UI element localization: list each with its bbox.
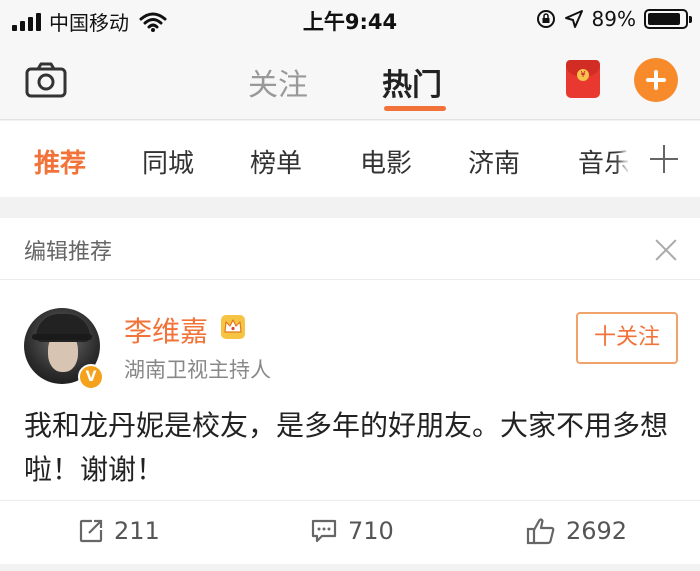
verified-badge-icon: V <box>78 364 104 390</box>
status-left: 中国移动 <box>12 7 167 36</box>
comment-button[interactable]: 710 <box>310 517 394 545</box>
user-name[interactable]: 李维嘉 <box>124 310 208 350</box>
category-recommend[interactable]: 推荐 <box>34 143 86 180</box>
recommend-card: 编辑推荐 V 李维嘉 湖南卫视主持人 十关注 我和龙丹妮是校友，是多年的好朋友。… <box>0 218 700 564</box>
comment-icon <box>311 519 337 543</box>
follow-button[interactable]: 十关注 <box>576 312 678 364</box>
red-packet-icon[interactable]: ¥ <box>566 60 600 98</box>
category-expand-icon[interactable] <box>628 121 700 197</box>
category-movies[interactable]: 电影 <box>360 143 412 180</box>
comment-count: 710 <box>348 517 394 545</box>
repost-icon <box>79 519 103 543</box>
category-bar: 推荐 同城 榜单 电影 济南 音乐 <box>0 121 700 197</box>
card-header-title: 编辑推荐 <box>24 240 113 265</box>
like-button[interactable]: 2692 <box>526 517 627 545</box>
repost-button[interactable]: 211 <box>78 517 160 545</box>
tab-follow[interactable]: 关注 <box>248 60 308 104</box>
card-header: 编辑推荐 <box>0 218 700 280</box>
crown-icon <box>221 315 245 339</box>
category-jinan[interactable]: 济南 <box>468 143 520 180</box>
rotation-lock-icon <box>536 10 555 28</box>
location-icon <box>564 10 583 28</box>
wifi-icon <box>139 12 167 32</box>
like-count: 2692 <box>566 517 628 545</box>
category-local[interactable]: 同城 <box>142 143 194 180</box>
plus-icon[interactable] <box>634 58 678 102</box>
category-rankings[interactable]: 榜单 <box>250 143 302 180</box>
thumbs-up-icon <box>526 518 555 545</box>
active-tab-indicator <box>384 106 446 111</box>
repost-count: 211 <box>114 517 160 545</box>
battery-percent: 89% <box>591 7 636 31</box>
carrier-name: 中国移动 <box>49 11 129 35</box>
signal-icon <box>12 12 41 31</box>
category-music[interactable]: 音乐 <box>578 143 630 180</box>
post-text[interactable]: 我和龙丹妮是校友，是多年的好朋友。大家不用多想啦！谢谢！ <box>24 404 676 492</box>
status-right: 89% <box>536 7 692 31</box>
battery-icon <box>644 9 692 29</box>
post-actions: 211 710 2692 <box>0 500 700 564</box>
tab-hot[interactable]: 热门 <box>382 60 442 104</box>
user-description: 湖南卫视主持人 <box>124 358 271 382</box>
close-icon[interactable] <box>654 238 678 262</box>
status-bar: 中国移动 上午9:44 89% <box>0 0 700 40</box>
camera-icon[interactable] <box>24 60 68 100</box>
